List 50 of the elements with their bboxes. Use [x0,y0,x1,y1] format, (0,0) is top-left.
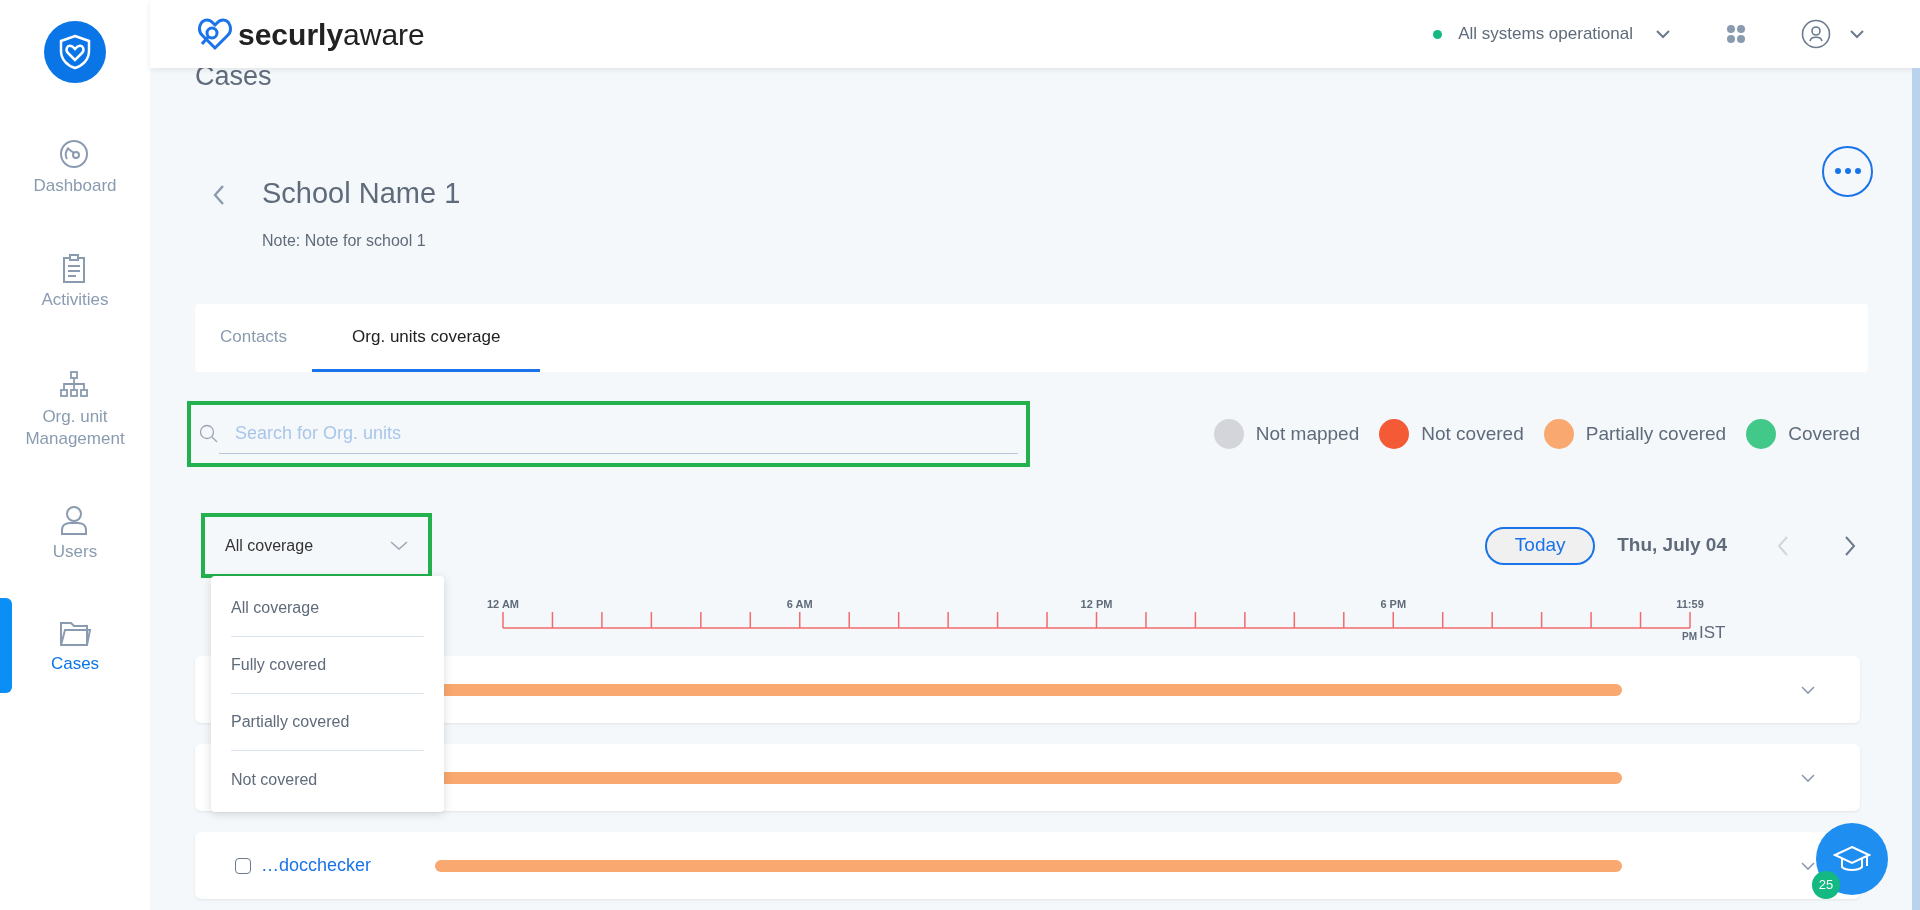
heart-logo-icon [196,16,234,52]
dropdown-option[interactable]: Partially covered [231,694,424,752]
shield-heart-icon [58,34,92,70]
graduation-cap-icon [1833,844,1871,874]
page-title: Cases [195,62,273,92]
back-icon[interactable] [212,183,226,206]
chevron-down-icon [1655,29,1671,39]
tab[interactable]: Contacts [195,304,313,373]
time-label: 11:59 [1676,598,1704,611]
coverage-dropdown[interactable]: All coverage [205,517,428,575]
user-avatar-icon[interactable] [1801,19,1831,49]
next-icon[interactable] [1844,534,1856,557]
legend-label: Partially covered [1585,421,1727,446]
chevron-down-icon[interactable] [1849,29,1865,39]
legend-label: Not mapped [1255,421,1360,446]
apps-grid-icon[interactable] [1726,24,1746,44]
more-button[interactable] [1822,145,1873,197]
sidebar-item[interactable]: Users [10,505,140,564]
time-label: 12 AM [487,598,519,611]
school-name: School Name 1 [262,175,461,211]
time-label: PM [1682,631,1697,643]
current-date: Thu, July 04 [1617,533,1727,558]
today-button[interactable]: Today [1485,526,1596,565]
sidebar-item[interactable]: Dashboard [10,139,140,198]
dropdown-option[interactable]: Fully covered [231,637,424,695]
time-label: 12 PM [1080,598,1113,611]
timezone-label: IST [1699,623,1726,643]
tab[interactable]: Org. units coverage [312,304,541,373]
checkbox[interactable] [235,857,251,874]
chevron-down-icon[interactable] [1800,860,1816,871]
dropdown-option[interactable]: Not covered [231,751,424,809]
time-label: 6 PM [1380,598,1407,611]
chevron-down-icon[interactable] [1800,772,1816,783]
school-note: Note: Note for school 1 [262,231,427,252]
search-field[interactable]: Search for Org. units [191,405,1026,464]
brand-name: securlyaware [238,16,425,53]
gauge-icon [59,139,91,171]
legend-label: Not covered [1421,421,1524,446]
search-icon [199,424,219,445]
sidebar-item[interactable]: Org. unit Management [10,370,140,451]
time-label: 6 AM [786,598,813,611]
chevron-down-icon [390,540,408,551]
org-unit-link[interactable]: …docchecker [261,852,372,880]
legend-label: Covered [1788,421,1860,446]
status-dropdown[interactable]: All systems operational [1433,21,1671,47]
dropdown-option[interactable]: All coverage [231,580,424,638]
sidebar-item[interactable]: Activities [10,253,140,312]
sidebar-item[interactable]: Cases [10,617,140,676]
more-icon [1833,167,1862,176]
chevron-down-icon[interactable] [1800,684,1816,695]
